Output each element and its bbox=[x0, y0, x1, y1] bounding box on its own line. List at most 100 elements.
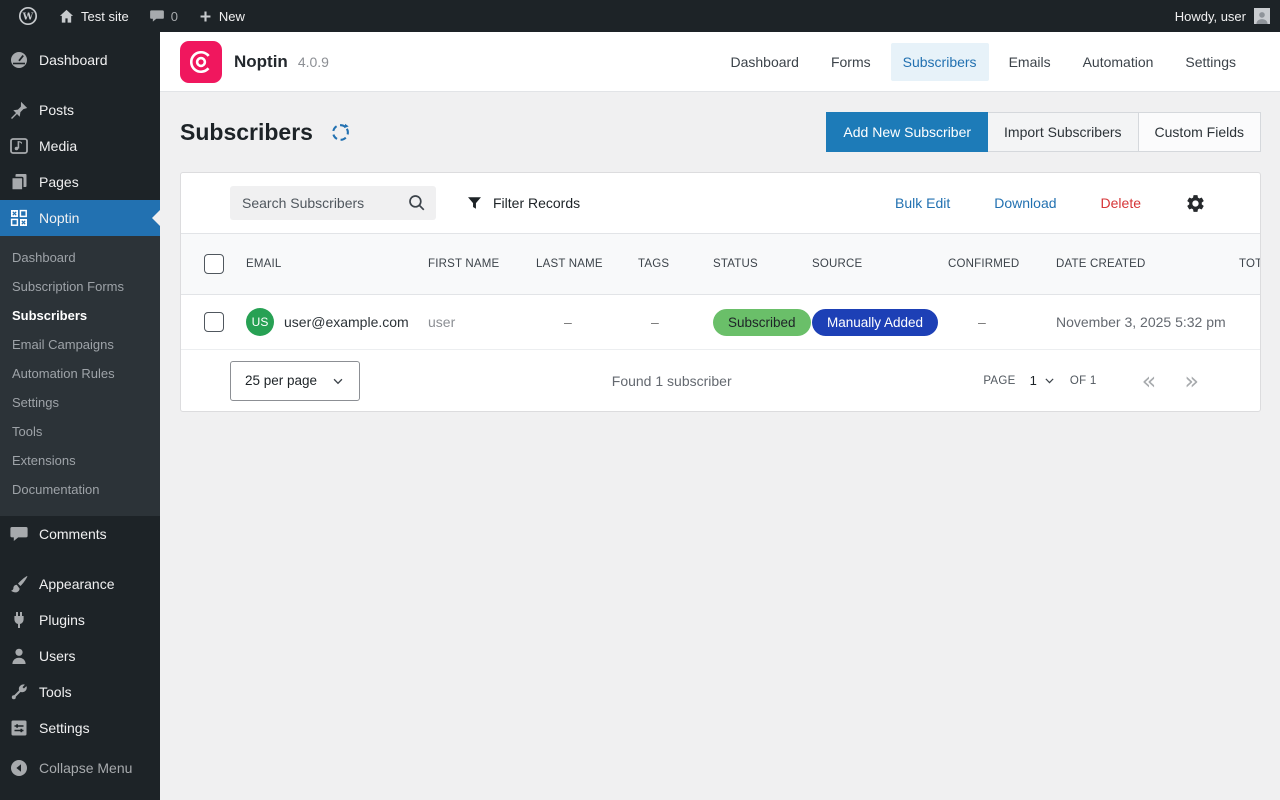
column-header-date-created[interactable]: DATE CREATED bbox=[1056, 258, 1239, 270]
menu-separator bbox=[0, 552, 160, 566]
sidebar-item-plugins[interactable]: Plugins bbox=[0, 602, 160, 638]
source-badge: Manually Added bbox=[812, 308, 939, 336]
filter-label: Filter Records bbox=[493, 195, 581, 211]
submenu-item-extensions[interactable]: Extensions bbox=[0, 446, 160, 475]
sidebar-item-label: Noptin bbox=[39, 210, 80, 226]
sidebar-item-appearance[interactable]: Appearance bbox=[0, 566, 160, 602]
sidebar-item-label: Comments bbox=[39, 526, 107, 542]
home-icon bbox=[59, 9, 74, 23]
sidebar-item-posts[interactable]: Posts bbox=[0, 92, 160, 128]
submenu-item-settings[interactable]: Settings bbox=[0, 388, 160, 417]
search-input[interactable] bbox=[230, 186, 436, 220]
bulk-edit-link[interactable]: Bulk Edit bbox=[895, 195, 950, 211]
pagination-controls: PAGE 1 OF 1 « » bbox=[983, 369, 1208, 393]
custom-fields-button[interactable]: Custom Fields bbox=[1138, 112, 1261, 152]
sidebar-item-comments[interactable]: Comments bbox=[0, 516, 160, 552]
sidebar-item-media[interactable]: Media bbox=[0, 128, 160, 164]
table-row[interactable]: US user@example.com user – – Subscribed … bbox=[181, 295, 1260, 350]
cell-last-name: – bbox=[564, 314, 572, 330]
comment-icon bbox=[149, 10, 164, 22]
page-number-select[interactable]: 1 bbox=[1026, 373, 1060, 388]
comments-icon bbox=[10, 527, 28, 541]
tab-forms[interactable]: Forms bbox=[819, 43, 883, 81]
cell-first-name: user bbox=[428, 314, 456, 330]
gear-icon[interactable] bbox=[1185, 193, 1206, 214]
tab-settings[interactable]: Settings bbox=[1173, 43, 1248, 81]
comments-count: 0 bbox=[170, 8, 178, 24]
submenu-item-email-campaigns[interactable]: Email Campaigns bbox=[0, 330, 160, 359]
per-page-select[interactable]: 25 per page bbox=[230, 360, 361, 401]
column-header-total[interactable]: TOTA bbox=[1239, 258, 1260, 270]
cell-tags: – bbox=[651, 314, 659, 330]
account-menu[interactable]: Howdy, user bbox=[1175, 8, 1270, 24]
results-count: Found 1 subscriber bbox=[611, 372, 732, 389]
sidebar-item-label: Users bbox=[39, 648, 76, 664]
noptin-submenu: Dashboard Subscription Forms Subscribers… bbox=[0, 236, 160, 516]
row-checkbox[interactable] bbox=[203, 312, 224, 332]
tab-emails[interactable]: Emails bbox=[997, 43, 1063, 81]
previous-page-button[interactable]: « bbox=[1133, 369, 1166, 393]
page-actions: Add New Subscriber Import Subscribers Cu… bbox=[826, 112, 1261, 152]
tab-subscribers[interactable]: Subscribers bbox=[890, 42, 989, 81]
filter-records-button[interactable]: Filter Records bbox=[466, 195, 580, 212]
submenu-item-automation-rules[interactable]: Automation Rules bbox=[0, 359, 160, 388]
column-header-email[interactable]: EMAIL bbox=[246, 258, 428, 270]
active-menu-arrow bbox=[152, 210, 160, 226]
comments-bubble[interactable]: 0 bbox=[141, 0, 186, 32]
sidebar-item-users[interactable]: Users bbox=[0, 638, 160, 674]
sidebar-item-label: Tools bbox=[39, 684, 72, 700]
chevron-down-icon bbox=[1045, 378, 1054, 384]
column-header-last-name[interactable]: LAST NAME bbox=[536, 258, 638, 270]
import-subscribers-button[interactable]: Import Subscribers bbox=[988, 112, 1139, 152]
collapse-menu-button[interactable]: Collapse Menu bbox=[0, 750, 160, 786]
next-page-button[interactable]: » bbox=[1175, 369, 1208, 393]
menu-separator bbox=[0, 78, 160, 92]
add-new-subscriber-button[interactable]: Add New Subscriber bbox=[826, 112, 989, 152]
new-content-button[interactable]: New bbox=[190, 0, 253, 32]
sidebar-item-settings[interactable]: Settings bbox=[0, 710, 160, 746]
per-page-value: 25 per page bbox=[245, 373, 318, 388]
wordpress-logo-icon[interactable]: W bbox=[10, 0, 46, 32]
settings-sliders-icon bbox=[11, 720, 27, 736]
sidebar-item-label: Plugins bbox=[39, 612, 85, 628]
brush-icon bbox=[11, 576, 28, 593]
select-all-checkbox[interactable] bbox=[203, 254, 224, 274]
collapse-arrow-icon bbox=[11, 760, 27, 776]
column-header-source[interactable]: SOURCE bbox=[812, 258, 948, 270]
column-header-status[interactable]: STATUS bbox=[713, 258, 812, 270]
column-header-tags[interactable]: TAGS bbox=[638, 258, 713, 270]
pages-icon bbox=[11, 174, 27, 191]
submenu-item-documentation[interactable]: Documentation bbox=[0, 475, 160, 504]
subscriber-email[interactable]: user@example.com bbox=[284, 314, 409, 330]
submenu-item-dashboard[interactable]: Dashboard bbox=[0, 243, 160, 272]
cell-confirmed: – bbox=[978, 314, 986, 330]
wp-sidebar-menu: Dashboard Posts Media Pages Noptin Dashb… bbox=[0, 32, 160, 800]
sidebar-item-label: Collapse Menu bbox=[39, 760, 133, 776]
noptin-logo bbox=[180, 40, 222, 83]
noptin-header: Noptin 4.0.9 Dashboard Forms Subscribers… bbox=[160, 32, 1280, 92]
plugin-icon bbox=[14, 612, 24, 628]
tab-dashboard[interactable]: Dashboard bbox=[718, 43, 811, 81]
column-header-first-name[interactable]: FIRST NAME bbox=[428, 258, 536, 270]
page-number-value: 1 bbox=[1029, 373, 1037, 388]
sidebar-item-pages[interactable]: Pages bbox=[0, 164, 160, 200]
media-icon bbox=[10, 138, 28, 154]
sidebar-item-dashboard[interactable]: Dashboard bbox=[0, 42, 160, 78]
of-pages-label: OF 1 bbox=[1069, 374, 1097, 387]
submenu-item-subscribers[interactable]: Subscribers bbox=[0, 301, 160, 330]
user-avatar bbox=[1254, 8, 1270, 24]
download-link[interactable]: Download bbox=[994, 195, 1056, 211]
dashboard-icon bbox=[11, 52, 27, 68]
sidebar-item-label: Pages bbox=[39, 174, 79, 190]
column-header-confirmed[interactable]: CONFIRMED bbox=[948, 258, 1056, 270]
sidebar-item-label: Settings bbox=[39, 720, 90, 736]
sidebar-item-tools[interactable]: Tools bbox=[0, 674, 160, 710]
sidebar-item-noptin[interactable]: Noptin bbox=[0, 200, 160, 236]
submenu-item-tools[interactable]: Tools bbox=[0, 417, 160, 446]
user-icon bbox=[12, 648, 26, 664]
tab-automation[interactable]: Automation bbox=[1071, 43, 1166, 81]
site-link[interactable]: Test site bbox=[50, 0, 137, 32]
search-icon[interactable] bbox=[407, 193, 427, 213]
delete-link[interactable]: Delete bbox=[1101, 195, 1141, 211]
submenu-item-subscription-forms[interactable]: Subscription Forms bbox=[0, 272, 160, 301]
